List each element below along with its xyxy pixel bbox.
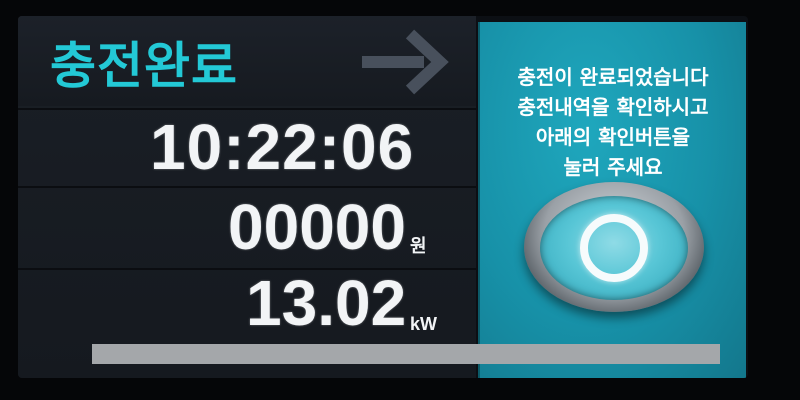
right-arrow-icon — [362, 29, 449, 95]
charger-screen: 충전완료 10:22:06 00000 원 13.02 kW 충전이 완료되었습… — [18, 16, 748, 378]
instruction-line: 충전내역을 확인하시고 — [517, 95, 709, 119]
status-title: 충전완료 — [50, 37, 238, 95]
progress-bar-fill — [92, 344, 720, 364]
instruction-line: 눌러 주세요 — [563, 155, 663, 179]
energy-unit: kW — [410, 314, 437, 334]
progress-bar — [92, 344, 720, 364]
cost-unit: 원 — [410, 236, 427, 257]
confirm-button[interactable] — [524, 182, 704, 312]
title-bar: 충전완료 — [18, 16, 476, 106]
charge-cost: 00000 — [228, 191, 406, 263]
elapsed-time-row: 10:22:06 — [18, 108, 476, 186]
charged-energy: 13.02 — [246, 267, 407, 339]
instruction-line: 충전이 완료되었습니다 — [517, 65, 709, 89]
confirm-panel: 충전이 완료되었습니다 충전내역을 확인하시고 아래의 확인버튼을 눌러 주세요 — [478, 22, 746, 378]
elapsed-time: 10:22:06 — [150, 111, 415, 183]
confirm-button-face[interactable] — [540, 196, 688, 300]
charge-summary-panel: 충전완료 10:22:06 00000 원 13.02 kW — [18, 16, 476, 378]
charge-cost-row: 00000 원 — [18, 186, 476, 268]
circle-icon — [580, 214, 648, 282]
instruction-line: 아래의 확인버튼을 — [535, 125, 691, 149]
instruction-text: 충전이 완료되었습니다 충전내역을 확인하시고 아래의 확인버튼을 눌러 주세요 — [480, 62, 746, 182]
charged-energy-row: 13.02 kW — [18, 267, 476, 346]
